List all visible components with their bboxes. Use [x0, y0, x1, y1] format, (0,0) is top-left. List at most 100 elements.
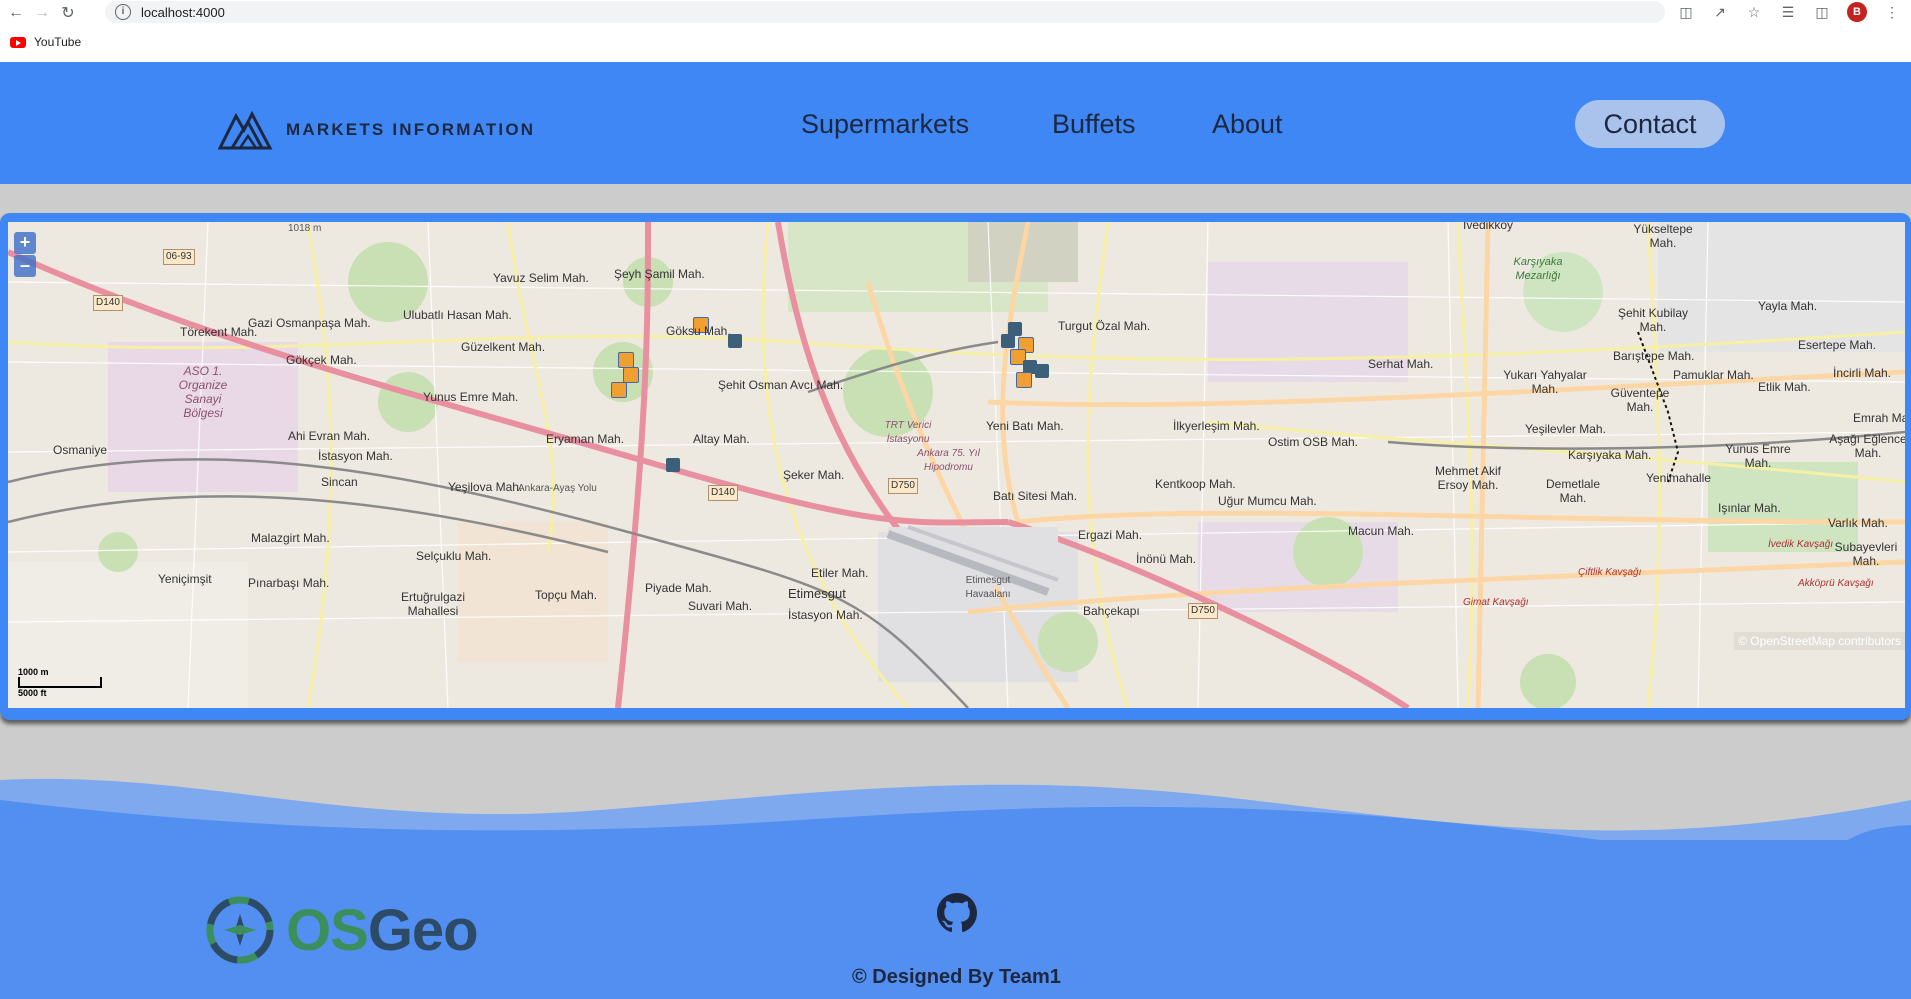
label-yunusemre2: Yunus Emre Mah.: [1725, 442, 1791, 470]
site-info-icon[interactable]: i: [115, 4, 131, 20]
label-ostimosb: Ostim OSB Mah.: [1268, 435, 1359, 449]
label-seker: Şeker Mah.: [783, 468, 845, 482]
market-marker[interactable]: [1001, 334, 1015, 348]
label-etimesgut: Etimesgut: [788, 586, 846, 601]
label-ertugrulgazi: Ertuğrulgazi Mahallesi: [400, 590, 466, 618]
osgeo-logo[interactable]: OSGeo: [200, 890, 479, 970]
market-marker[interactable]: [1035, 364, 1049, 378]
label-esertepe: Esertepe Mah.: [1798, 338, 1877, 352]
label-yukariyahyalar: Yukarı Yahyalar Mah.: [1503, 368, 1587, 396]
github-icon[interactable]: [937, 893, 977, 933]
label-karsiyakamezar: Karşıyaka Mezarlığı: [1513, 256, 1563, 282]
label-yukseltepe: Yükseltepe Mah.: [1633, 222, 1693, 250]
osgeo-wordmark: OSGeo: [286, 897, 479, 963]
contact-button[interactable]: Contact: [1575, 100, 1725, 148]
scale-metric: 1000 m: [18, 667, 49, 677]
mountain-logo-icon: [218, 110, 273, 150]
reload-icon[interactable]: ↻: [58, 3, 78, 23]
label-yenicimsit: Yeniçimşit: [158, 572, 212, 586]
label-sehitosman: Şehit Osman Avcı Mah.: [718, 378, 844, 392]
zoom-out-button[interactable]: –: [14, 255, 36, 277]
label-aso: ASO 1. Organize Sanayi Bölgesi: [178, 364, 228, 420]
label-cifcik: Çiftlik Kavşağı: [1578, 567, 1642, 578]
label-d140b: D140: [708, 485, 738, 501]
label-sehitkubilay: Şehit Kubilay Mah.: [1617, 306, 1689, 334]
label-yesilevler: Yeşilevler Mah.: [1525, 422, 1606, 436]
browser-toolbar: ← → ↻ i localhost:4000 ◫ ↗ ☆ ☰ ◫ B ⋮: [0, 0, 1911, 25]
label-etimesgutair: Etimesgut Havaalanı: [965, 575, 1011, 600]
label-topcu: Topçu Mah.: [535, 588, 598, 602]
label-inonu: İnönü Mah.: [1136, 552, 1197, 566]
bookmarks-bar: YouTube: [0, 25, 1911, 62]
label-akkopru: Akköprü Kavşağı: [1798, 578, 1874, 589]
label-pinarbasi: Pınarbaşı Mah.: [248, 576, 330, 590]
scale-imperial: 5000 ft: [18, 688, 47, 698]
label-gimat: Gimat Kavşağı: [1463, 597, 1529, 608]
label-hipodrom: Ankara 75. Yıl Hipodromu: [917, 448, 980, 473]
label-d750: D750: [888, 478, 918, 494]
label-sincan: Sincan: [321, 475, 358, 489]
nav-buffets[interactable]: Buffets: [1052, 109, 1136, 140]
forward-icon[interactable]: →: [32, 3, 52, 23]
label-subayevleri: Subayevleri Mah.: [1834, 540, 1898, 568]
scale-line: 1000 m 5000 ft: [18, 667, 102, 698]
label-selcuklu: Selçuklu Mah.: [416, 549, 492, 563]
nav-about[interactable]: About: [1212, 109, 1283, 140]
label-batisitesi: Batı Sitesi Mah.: [993, 489, 1078, 503]
market-marker[interactable]: [611, 382, 627, 398]
label-istasyon2: İstasyon Mah.: [788, 608, 863, 622]
market-marker[interactable]: [1016, 372, 1032, 388]
bookmark-label: YouTube: [34, 35, 82, 49]
back-icon[interactable]: ←: [6, 3, 26, 23]
label-altay: Altay Mah.: [693, 432, 750, 446]
label-ulubatli: Ulubatlı Hasan Mah.: [403, 308, 512, 322]
copyright-text: © Designed By Team1: [852, 966, 1061, 988]
label-osmaniye: Osmaniye: [53, 443, 108, 457]
label-ergazi: Ergazi Mah.: [1078, 528, 1143, 542]
bookmark-youtube[interactable]: YouTube: [10, 35, 81, 49]
label-torekent: Törekent Mah.: [180, 325, 258, 339]
label-piyade: Piyade Mah.: [645, 581, 712, 595]
label-d750b: D750: [1188, 603, 1218, 619]
label-mehmetakif: Mehmet Akif Ersoy Mah.: [1434, 464, 1502, 492]
osgeo-compass-icon: [206, 896, 274, 964]
label-baristepe: Barıştepe Mah.: [1613, 349, 1695, 363]
map-attribution[interactable]: © OpenStreetMap contributors: [1734, 632, 1905, 650]
label-serhat: Serhat Mah.: [1368, 357, 1434, 371]
nav-supermarkets[interactable]: Supermarkets: [801, 109, 969, 140]
zoom-control: + –: [14, 232, 36, 278]
label-yenimahalle: Yenimahalle: [1646, 471, 1711, 485]
label-goksu: Göksu Mah.: [666, 324, 731, 338]
side-panel-icon[interactable]: ◫: [1813, 3, 1831, 21]
label-pamuklar: Pamuklar Mah.: [1673, 368, 1754, 382]
market-marker[interactable]: [618, 352, 634, 368]
label-etiler: Etiler Mah.: [811, 566, 869, 580]
label-ahievran: Ahi Evran Mah.: [288, 429, 371, 443]
label-macun: Macun Mah.: [1348, 524, 1415, 538]
market-marker[interactable]: [623, 367, 639, 383]
menu-icon[interactable]: ⋮: [1883, 3, 1901, 21]
media-icon[interactable]: ☰: [1779, 3, 1797, 21]
url-text[interactable]: localhost:4000: [141, 5, 225, 20]
youtube-icon: [10, 36, 26, 48]
site-footer: OSGeo © Designed By Team1: [0, 770, 1911, 999]
label-ivedikkoy: İvedikköy: [1463, 222, 1514, 232]
label-demetlale: Demetlale Mah.: [1545, 477, 1601, 505]
label-r0693: 06-93: [163, 249, 195, 265]
label-karsiyaka: Karşıyaka Mah.: [1568, 448, 1652, 462]
translate-icon[interactable]: ◫: [1677, 3, 1695, 21]
map-view[interactable]: Gazi Osmanpaşa Mah. Törekent Mah. Ulubat…: [8, 222, 1905, 708]
address-bar[interactable]: i localhost:4000: [105, 1, 1665, 23]
label-guzelkent: Güzelkent Mah.: [461, 340, 546, 354]
label-guventepe: Güventepe Mah.: [1610, 386, 1670, 414]
label-malazgirt: Malazgirt Mah.: [251, 531, 330, 545]
share-icon[interactable]: ↗: [1711, 3, 1729, 21]
profile-avatar[interactable]: B: [1847, 2, 1867, 22]
label-gokcek: Gökçek Mah.: [286, 353, 357, 367]
zoom-in-button[interactable]: +: [14, 232, 36, 254]
label-altitude: 1018 m: [288, 223, 322, 234]
label-ugurmumcu: Uğur Mumcu Mah.: [1218, 494, 1317, 508]
market-marker[interactable]: [666, 458, 680, 472]
site-logo[interactable]: MARKETS INFORMATION: [218, 108, 535, 152]
bookmark-star-icon[interactable]: ☆: [1745, 3, 1763, 21]
